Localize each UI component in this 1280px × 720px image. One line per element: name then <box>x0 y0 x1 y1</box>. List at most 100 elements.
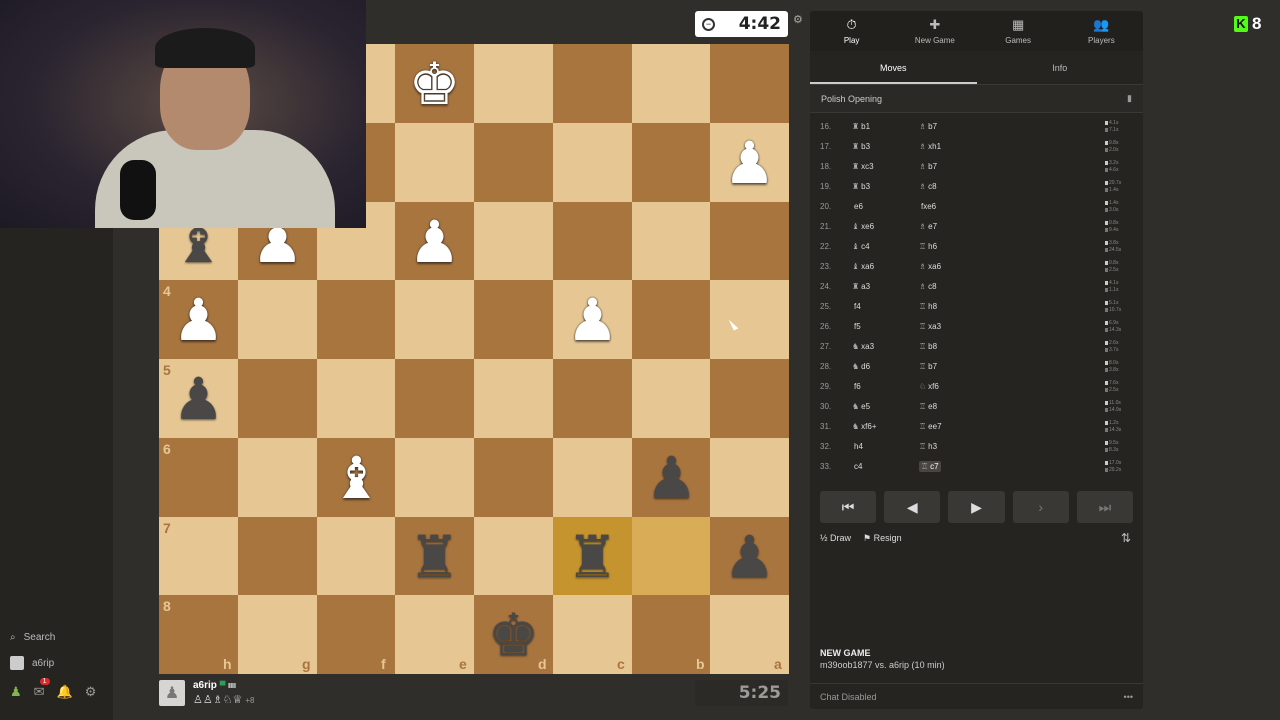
square-d2[interactable] <box>474 123 553 202</box>
white-pawn-c4[interactable]: ♟ <box>553 280 632 359</box>
book-icon[interactable]: ▮ <box>1127 93 1132 104</box>
square-c2[interactable] <box>553 123 632 202</box>
more-options-icon[interactable]: ••• <box>1124 692 1133 702</box>
square-f7[interactable] <box>317 517 396 596</box>
board-settings-icon[interactable]: ⚙ <box>793 13 803 26</box>
square-d3[interactable] <box>474 202 553 281</box>
square-b4[interactable] <box>632 280 711 359</box>
white-move[interactable]: e6 <box>852 202 863 211</box>
black-move[interactable]: ♗ xh1 <box>919 142 941 151</box>
black-rook-c7[interactable]: ♜ <box>553 517 632 596</box>
white-move[interactable]: ♞ xf6+ <box>852 422 877 431</box>
square-d6[interactable] <box>474 438 553 517</box>
square-a5[interactable] <box>710 359 789 438</box>
square-c6[interactable] <box>553 438 632 517</box>
nav-new-game[interactable]: ✚ New Game <box>893 11 976 51</box>
square-d7[interactable] <box>474 517 553 596</box>
square-a6[interactable] <box>710 438 789 517</box>
black-pawn-a7[interactable]: ♟ <box>710 517 789 596</box>
square-g6[interactable] <box>238 438 317 517</box>
sidebar-user[interactable]: a6rip <box>10 656 54 670</box>
white-move[interactable]: ♝ c4 <box>852 242 870 251</box>
white-move[interactable]: ♝ xe6 <box>852 222 874 231</box>
square-f4[interactable] <box>317 280 396 359</box>
sidebar-search[interactable]: ⌕ Search <box>10 632 55 643</box>
last-move-button[interactable]: ⏭ <box>1076 491 1134 523</box>
bell-icon[interactable]: 🔔 <box>57 684 73 700</box>
white-move[interactable]: ♞ xa3 <box>852 342 874 351</box>
black-move[interactable]: ♖ ee7 <box>919 422 942 431</box>
white-move[interactable]: ♝ xa6 <box>852 262 874 271</box>
square-b2[interactable] <box>632 123 711 202</box>
white-bishop-f6[interactable]: ♝ <box>317 438 396 517</box>
square-e4[interactable] <box>395 280 474 359</box>
white-move[interactable]: c4 <box>852 462 862 471</box>
black-pawn-b6[interactable]: ♟ <box>632 438 711 517</box>
previous-move-button[interactable]: ◀ <box>884 491 941 523</box>
black-move[interactable]: ♗ xa6 <box>919 262 941 271</box>
first-move-button[interactable]: ⏮ <box>820 491 877 523</box>
white-pawn-h4[interactable]: ♟ <box>159 280 238 359</box>
black-move[interactable]: ♗ b7 <box>919 122 937 131</box>
black-move[interactable]: ♗ c8 <box>919 282 937 291</box>
settings-gear-icon[interactable]: ⚙ <box>85 684 97 700</box>
black-move[interactable]: ♖ e8 <box>919 402 937 411</box>
tab-info[interactable]: Info <box>977 51 1144 84</box>
white-pawn-a2[interactable]: ♟ <box>710 123 789 202</box>
move-list[interactable]: 16. ♜ b1 ♗ b7 4.1s 7.1s 17. ♜ b3 ♗ xh1 9.8s 2.0s 18. ♜ x… <box>810 113 1143 483</box>
black-move[interactable]: ♖ h6 <box>919 242 937 251</box>
black-move[interactable]: ♗ b7 <box>919 162 937 171</box>
square-a1[interactable] <box>710 44 789 123</box>
nav-players[interactable]: 👥 Players <box>1060 11 1143 51</box>
white-move[interactable]: ♜ b3 <box>852 142 870 151</box>
player-name[interactable]: a6rip <box>193 680 217 691</box>
square-d5[interactable] <box>474 359 553 438</box>
black-king-d8[interactable]: ♚ <box>474 595 553 674</box>
white-move[interactable]: ♜ b1 <box>852 122 870 131</box>
square-f5[interactable] <box>317 359 396 438</box>
square-c1[interactable] <box>553 44 632 123</box>
friends-icon[interactable]: ♟ <box>10 684 22 700</box>
square-e5[interactable] <box>395 359 474 438</box>
mail-icon[interactable]: ✉ 1 <box>34 678 50 700</box>
black-move[interactable]: ♘ xf6 <box>919 382 939 391</box>
black-move[interactable]: ♖ xa3 <box>919 322 941 331</box>
resign-button[interactable]: ⚑ Resign <box>863 533 902 544</box>
player-avatar[interactable]: ♟ <box>159 680 185 706</box>
white-move[interactable]: ♜ a3 <box>852 282 870 291</box>
white-move[interactable]: ♜ b3 <box>852 182 870 191</box>
black-move[interactable]: ♖ h8 <box>919 302 937 311</box>
square-d4[interactable] <box>474 280 553 359</box>
white-move[interactable]: h4 <box>852 442 863 451</box>
square-b7[interactable] <box>632 517 711 596</box>
square-e2[interactable] <box>395 123 474 202</box>
black-pawn-h5[interactable]: ♟ <box>159 359 238 438</box>
opening-name[interactable]: Polish Opening <box>821 94 882 104</box>
white-move[interactable]: f5 <box>852 322 861 331</box>
square-b5[interactable] <box>632 359 711 438</box>
black-move[interactable]: ♖ h3 <box>919 442 937 451</box>
square-d1[interactable] <box>474 44 553 123</box>
white-move[interactable]: f6 <box>852 382 861 391</box>
white-move[interactable]: ♞ d6 <box>852 362 870 371</box>
play-button[interactable]: ▶ <box>948 491 1005 523</box>
black-move[interactable]: ♖ b8 <box>919 342 937 351</box>
square-g4[interactable] <box>238 280 317 359</box>
square-c3[interactable] <box>553 202 632 281</box>
white-move[interactable]: ♞ e5 <box>852 402 870 411</box>
next-move-button[interactable]: › <box>1012 491 1069 523</box>
draw-button[interactable]: ½ Draw <box>820 533 851 543</box>
square-b3[interactable] <box>632 202 711 281</box>
white-move[interactable]: f4 <box>852 302 861 311</box>
black-move[interactable]: ♖ b7 <box>919 362 937 371</box>
square-a4[interactable] <box>710 280 789 359</box>
nav-play[interactable]: ⏱ Play <box>810 11 893 51</box>
square-a3[interactable] <box>710 202 789 281</box>
flip-board-icon[interactable]: ⇅ <box>1121 531 1131 545</box>
black-move[interactable]: ♖ c7 <box>919 461 941 472</box>
tab-moves[interactable]: Moves <box>810 51 977 84</box>
square-e6[interactable] <box>395 438 474 517</box>
square-g5[interactable] <box>238 359 317 438</box>
black-rook-e7[interactable]: ♜ <box>395 517 474 596</box>
white-pawn-e3[interactable]: ♟ <box>395 202 474 281</box>
